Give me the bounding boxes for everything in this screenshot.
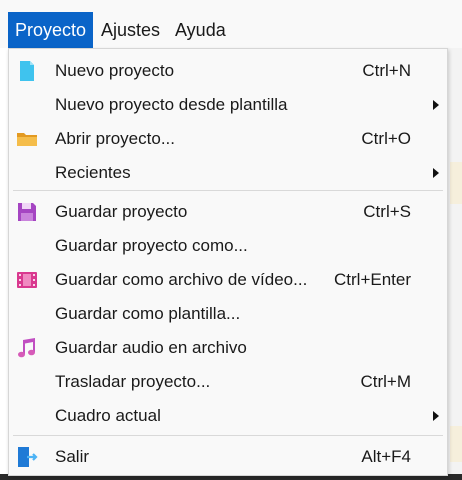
menubar-item-proyecto[interactable]: Proyecto: [8, 12, 94, 48]
menubar-item-ayuda[interactable]: Ayuda: [168, 12, 233, 48]
menu-item-label: Guardar como archivo de vídeo...: [55, 270, 308, 289]
menubar-item-ajustes[interactable]: Ajustes: [94, 12, 167, 48]
menu-item-guardar-plantilla[interactable]: Guardar como plantilla...: [9, 297, 447, 331]
menu-item-label: Abrir proyecto...: [55, 129, 175, 148]
menu-item-salir[interactable]: Salir Alt+F4: [9, 440, 447, 474]
menu-item-guardar-proyecto[interactable]: Guardar proyecto Ctrl+S: [9, 195, 447, 229]
menu-item-guardar-audio[interactable]: Guardar audio en archivo: [9, 331, 447, 365]
menu-item-cuadro-actual[interactable]: Cuadro actual: [9, 399, 447, 433]
submenu-arrow-icon: [433, 100, 439, 110]
menu-item-label: Cuadro actual: [55, 406, 161, 425]
menu-item-nuevo-proyecto[interactable]: Nuevo proyecto Ctrl+N: [9, 54, 447, 88]
menu-item-label: Trasladar proyecto...: [55, 372, 211, 391]
new-file-icon: [16, 60, 38, 82]
save-icon: [16, 201, 38, 223]
folder-icon: [16, 128, 38, 150]
menu-item-label: Guardar proyecto como...: [55, 236, 248, 255]
menu-item-label: Salir: [55, 447, 90, 466]
menu-item-label: Guardar como plantilla...: [55, 304, 241, 323]
background-panel: [450, 162, 462, 204]
menu-item-label: Guardar proyecto: [55, 202, 188, 221]
menu-item-guardar-proyecto-como[interactable]: Guardar proyecto como...: [9, 229, 447, 263]
menu-item-nuevo-desde-plantilla[interactable]: Nuevo proyecto desde plantilla: [9, 88, 447, 122]
menu-item-recientes[interactable]: Recientes: [9, 156, 447, 190]
background-window: [446, 48, 462, 480]
shortcut-label: Ctrl+Enter: [334, 270, 411, 289]
shortcut-label: Ctrl+O: [361, 129, 411, 148]
shortcut-label: Ctrl+S: [363, 202, 411, 221]
background-panel: [450, 426, 462, 462]
menu-item-label: Nuevo proyecto desde plantilla: [55, 95, 288, 114]
menubar: Proyecto Ajustes Ayuda: [0, 0, 462, 48]
shortcut-label: Ctrl+N: [362, 61, 411, 80]
exit-icon: [16, 446, 38, 468]
submenu-arrow-icon: [433, 168, 439, 178]
menu-item-trasladar-proyecto[interactable]: Trasladar proyecto... Ctrl+M: [9, 365, 447, 399]
menu-item-label: Guardar audio en archivo: [55, 338, 247, 357]
shortcut-label: Alt+F4: [361, 447, 411, 466]
menu-separator: [13, 190, 443, 191]
menu-separator: [13, 435, 443, 436]
film-icon: [16, 269, 38, 291]
menu-item-label: Nuevo proyecto: [55, 61, 175, 80]
menu-item-label: Recientes: [55, 163, 131, 182]
music-icon: [16, 337, 38, 359]
menu-item-abrir-proyecto[interactable]: Abrir proyecto... Ctrl+O: [9, 122, 447, 156]
shortcut-label: Ctrl+M: [360, 372, 411, 391]
proyecto-menu: Nuevo proyecto Ctrl+N Nuevo proyecto des…: [8, 48, 448, 476]
submenu-arrow-icon: [433, 411, 439, 421]
menu-item-guardar-video[interactable]: Guardar como archivo de vídeo... Ctrl+En…: [9, 263, 447, 297]
